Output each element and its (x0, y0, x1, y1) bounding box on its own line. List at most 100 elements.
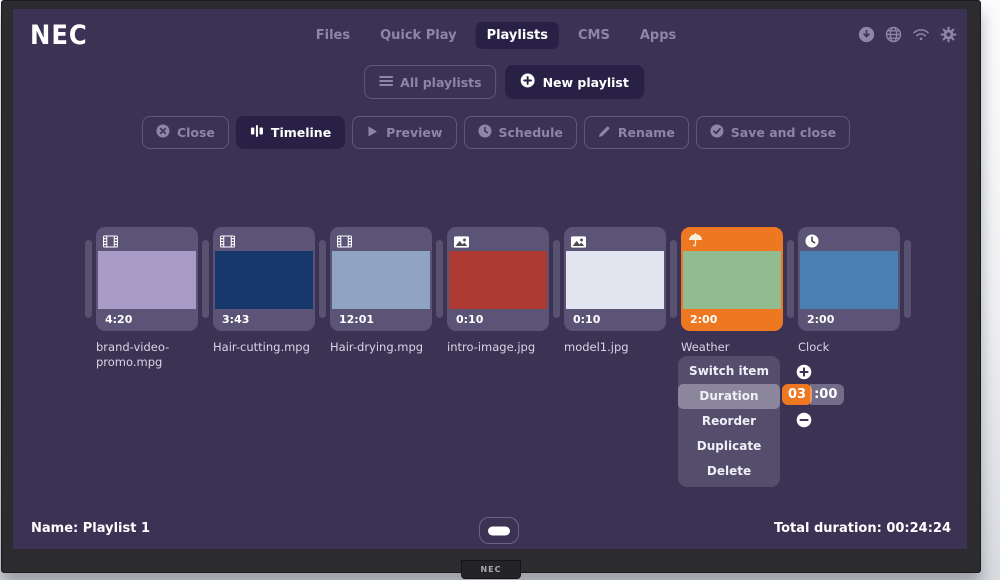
rename-button[interactable]: Rename (584, 116, 689, 149)
item-name: model1.jpg (564, 340, 676, 355)
item-context-menu: Switch item Duration Reorder Duplicate D… (678, 356, 780, 487)
umbrella-icon (688, 233, 703, 252)
menu-item-reorder[interactable]: Reorder (678, 409, 780, 434)
menu-item-switch-item[interactable]: Switch item (678, 359, 780, 384)
globe-icon[interactable] (885, 26, 902, 43)
duration-value[interactable]: 03 :00 (782, 384, 844, 405)
item-name: Hair-drying.mpg (330, 340, 442, 355)
tab-cms[interactable]: CMS (567, 22, 621, 49)
clock-icon (805, 233, 819, 252)
image-icon (454, 233, 469, 252)
duration-seconds: :00 (810, 384, 844, 405)
insert-divider (787, 240, 794, 318)
list-icon (379, 75, 393, 90)
media-card-weather-selected[interactable]: 2:00 (681, 227, 783, 331)
menu-item-delete[interactable]: Delete (678, 459, 780, 484)
total-duration: Total duration: 00:24:24 (774, 521, 951, 536)
duration-badge: 2:00 (807, 313, 834, 326)
close-button[interactable]: Close (142, 116, 229, 149)
new-playlist-button[interactable]: New playlist (506, 65, 644, 99)
tab-playlists[interactable]: Playlists (476, 22, 559, 49)
media-card-brand-video[interactable]: 4:20 (96, 227, 198, 331)
duration-badge: 12:01 (339, 313, 374, 326)
bezel-nec-logo: NEC (461, 560, 521, 579)
timeline-item: 3:43 Hair-cutting.mpg (213, 227, 315, 355)
rename-label: Rename (618, 125, 675, 140)
thumbnail (332, 251, 430, 309)
all-playlists-label: All playlists (400, 75, 481, 90)
update-icon[interactable] (858, 26, 875, 43)
insert-divider (319, 240, 326, 318)
image-icon (571, 233, 586, 252)
tab-apps[interactable]: Apps (629, 22, 687, 49)
wifi-icon[interactable] (912, 27, 930, 42)
clock-icon (477, 124, 491, 141)
timeline-item: 2:00 Weather (681, 227, 783, 355)
timeline-item: 0:10 model1.jpg (564, 227, 666, 355)
preview-label: Preview (386, 125, 442, 140)
pencil-icon (598, 125, 611, 141)
thumbnail (215, 251, 313, 309)
film-icon (220, 233, 235, 252)
duration-badge: 3:43 (222, 313, 249, 326)
item-name: intro-image.jpg (447, 340, 559, 355)
media-card-hair-cutting[interactable]: 3:43 (213, 227, 315, 331)
duration-badge: 4:20 (105, 313, 132, 326)
duration-badge: 0:10 (456, 313, 483, 326)
playlist-name: Name: Playlist 1 (31, 521, 150, 536)
tab-quick-play[interactable]: Quick Play (369, 22, 467, 49)
timeline-item: 4:20 brand-video-promo.mpg (96, 227, 198, 370)
check-circle-icon (710, 124, 724, 141)
menu-item-duration[interactable]: Duration (678, 384, 780, 409)
screen: NEC Files Quick Play Playlists CMS Apps (13, 9, 967, 549)
close-label: Close (177, 125, 215, 140)
increase-duration-button[interactable] (796, 364, 812, 384)
thumbnail (566, 251, 664, 309)
thumbnail (98, 251, 196, 309)
media-card-clock[interactable]: 2:00 (798, 227, 900, 331)
all-playlists-button[interactable]: All playlists (364, 65, 496, 99)
decrease-duration-button[interactable] (796, 412, 812, 432)
insert-divider (553, 240, 560, 318)
close-circle-icon (156, 124, 170, 141)
system-icons (858, 26, 957, 43)
new-playlist-label: New playlist (543, 75, 629, 90)
monitor-bezel: NEC Files Quick Play Playlists CMS Apps (1, 0, 981, 573)
save-and-close-label: Save and close (731, 125, 836, 140)
timeline-item: 0:10 intro-image.jpg (447, 227, 549, 355)
insert-divider (904, 240, 911, 318)
insert-divider (202, 240, 209, 318)
media-card-hair-drying[interactable]: 12:01 (330, 227, 432, 331)
editor-toolbar: Close Timeline Preview Schedule (142, 116, 850, 149)
timeline-item: 2:00 Clock (798, 227, 900, 355)
main-nav: Files Quick Play Playlists CMS Apps (305, 22, 688, 49)
thumbnail (683, 251, 781, 309)
play-icon (366, 125, 379, 141)
timeline-icon (250, 124, 264, 141)
thumbnail (800, 251, 898, 309)
duration-minutes: 03 (782, 384, 812, 405)
duration-badge: 2:00 (690, 313, 717, 326)
settings-icon[interactable] (940, 26, 957, 43)
save-and-close-button[interactable]: Save and close (696, 116, 850, 149)
insert-divider (85, 240, 92, 318)
preview-button[interactable]: Preview (352, 116, 456, 149)
tab-files[interactable]: Files (305, 22, 361, 49)
timeline-item: 12:01 Hair-drying.mpg (330, 227, 432, 355)
insert-divider (670, 240, 677, 318)
item-name: Hair-cutting.mpg (213, 340, 325, 355)
item-name: Clock (798, 340, 910, 355)
media-card-model1[interactable]: 0:10 (564, 227, 666, 331)
hide-panel-button[interactable] (479, 517, 519, 544)
timeline-button[interactable]: Timeline (236, 116, 345, 149)
media-card-intro-image[interactable]: 0:10 (447, 227, 549, 331)
timeline-label: Timeline (271, 125, 331, 140)
nec-logo: NEC (30, 20, 88, 51)
plus-circle-icon (521, 73, 536, 91)
schedule-button[interactable]: Schedule (463, 116, 576, 149)
timeline-strip: 4:20 brand-video-promo.mpg 3:43 Hair-cut… (85, 227, 911, 370)
film-icon (337, 233, 352, 252)
menu-item-duplicate[interactable]: Duplicate (678, 434, 780, 459)
duration-badge: 0:10 (573, 313, 600, 326)
item-name: brand-video-promo.mpg (96, 340, 208, 370)
